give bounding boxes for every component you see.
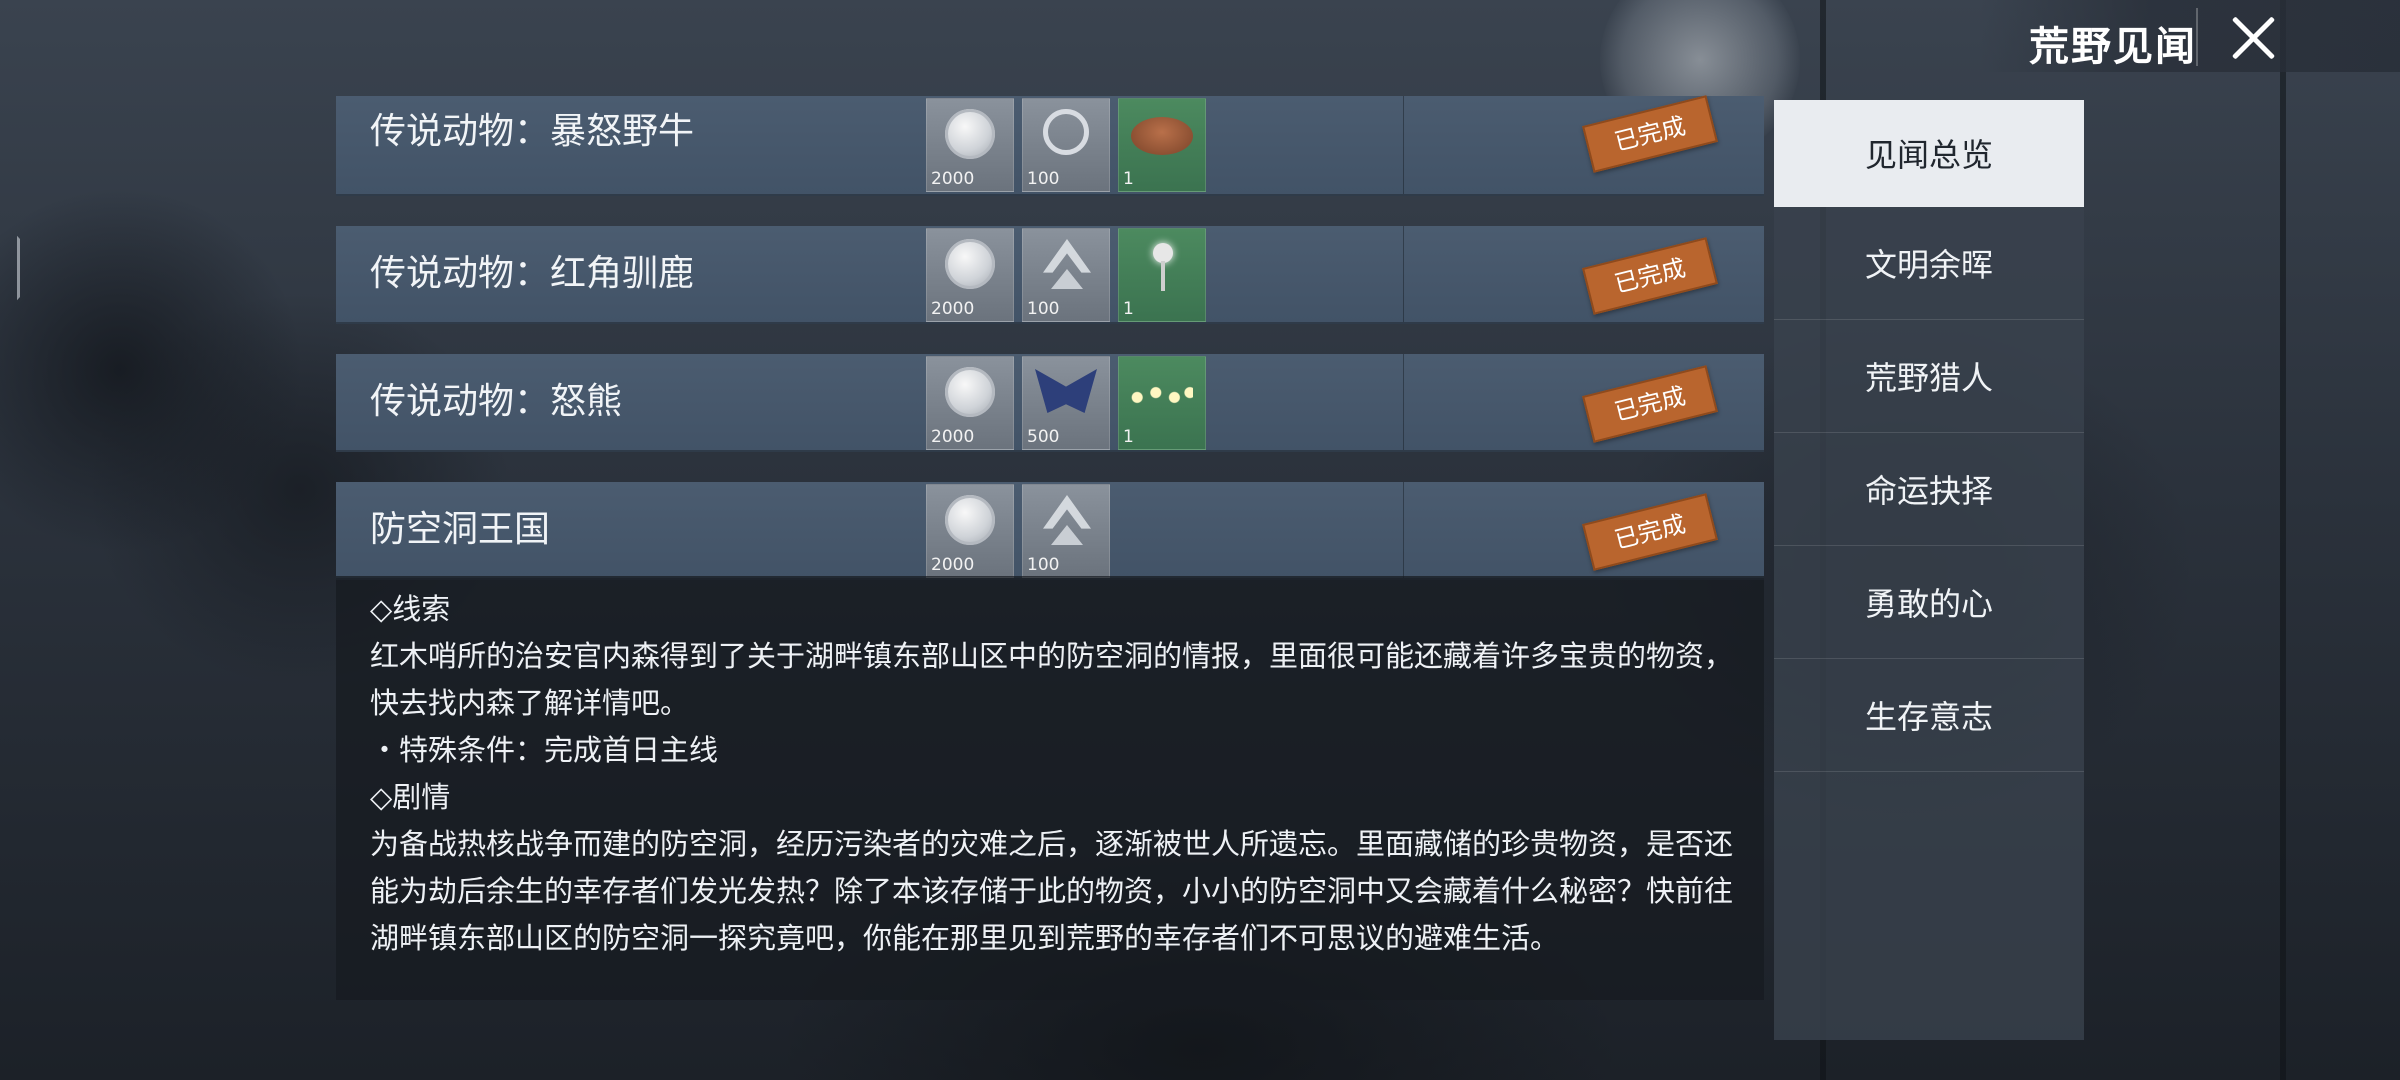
reward-count: 2000 <box>931 427 975 447</box>
reward-count: 1 <box>1123 427 1134 447</box>
row-divider <box>1403 354 1404 450</box>
rank-emblem-icon-lower <box>1051 525 1083 545</box>
completed-stamp: 已完成 <box>1582 493 1718 571</box>
reward-item[interactable]: 100 <box>1022 228 1110 322</box>
reward-item[interactable]: 500 <box>1022 356 1110 450</box>
reward-list: 2000 100 1 <box>926 98 1206 192</box>
silver-coin-icon <box>945 109 995 159</box>
reward-count: 2000 <box>931 299 975 319</box>
reward-count: 2000 <box>931 555 975 575</box>
reward-list: 2000 500 1 <box>926 356 1206 450</box>
story-text: 为备战热核战争而建的防空洞，经历污染者的灾难之后，逐渐被世人所遗忘。里面藏储的珍… <box>370 827 1734 955</box>
task-row[interactable]: 传说动物：暴怒野牛 2000 100 1 已完成 <box>336 95 1764 196</box>
task-name: 传说动物：红角驯鹿 <box>370 253 695 294</box>
reward-item[interactable]: 1 <box>1118 356 1206 450</box>
category-tabs: 见闻总览 文明余晖 荒野猎人 命运抉择 勇敢的心 生存意志 <box>1774 100 2084 1040</box>
task-list: 传说动物：暴怒野牛 2000 100 1 已完成 传说动物：红角驯鹿 2000 <box>336 95 1764 610</box>
eagle-emblem-icon <box>1035 369 1097 413</box>
header-divider <box>2196 8 2198 66</box>
task-name: 防空洞王国 <box>370 509 551 550</box>
rank-emblem-icon-lower <box>1051 269 1083 289</box>
reward-item[interactable]: 100 <box>1022 98 1110 192</box>
bison-trophy-icon <box>1131 117 1193 155</box>
task-name: 传说动物：怒熊 <box>370 381 623 422</box>
tab-survival[interactable]: 生存意志 <box>1774 659 2084 772</box>
silver-coin-icon <box>945 495 995 545</box>
reward-item[interactable]: 2000 <box>926 98 1014 192</box>
tab-overview[interactable]: 见闻总览 <box>1774 100 2084 207</box>
tab-brave-heart[interactable]: 勇敢的心 <box>1774 546 2084 659</box>
reward-item[interactable]: 1 <box>1118 98 1206 192</box>
target-badge-icon <box>1043 109 1089 155</box>
string-lights-icon <box>1131 383 1193 407</box>
silver-coin-icon <box>945 239 995 289</box>
reward-list: 2000 100 <box>926 484 1110 578</box>
silver-coin-icon <box>945 367 995 417</box>
special-condition: ・特殊条件：完成首日主线 <box>370 733 719 767</box>
task-row[interactable]: 防空洞王国 2000 100 已完成 <box>336 482 1764 580</box>
background-pole <box>2280 0 2286 1080</box>
task-row[interactable]: 传说动物：怒熊 2000 500 1 已完成 <box>336 354 1764 452</box>
completed-stamp: 已完成 <box>1582 237 1718 315</box>
reward-item[interactable]: 2000 <box>926 228 1014 322</box>
reward-item[interactable]: 1 <box>1118 228 1206 322</box>
row-divider <box>1403 226 1404 322</box>
task-name: 传说动物：暴怒野牛 <box>370 111 695 152</box>
reward-count: 1 <box>1123 169 1134 189</box>
completed-stamp: 已完成 <box>1582 365 1718 443</box>
clue-text: 红木哨所的治安官内森得到了关于湖畔镇东部山区中的防空洞的情报，里面很可能还藏着许… <box>370 639 1734 720</box>
task-detail-panel[interactable]: ◇线索 红木哨所的治安官内森得到了关于湖畔镇东部山区中的防空洞的情报，里面很可能… <box>336 576 1764 1000</box>
reward-list: 2000 100 1 <box>926 228 1206 322</box>
reward-count: 100 <box>1027 299 1060 319</box>
page-title: 荒野见闻 <box>2029 24 2197 70</box>
task-row[interactable]: 传说动物：红角驯鹿 2000 100 1 已完成 <box>336 226 1764 324</box>
completed-stamp: 已完成 <box>1582 95 1718 173</box>
reward-count: 100 <box>1027 555 1060 575</box>
story-heading: ◇剧情 <box>370 780 451 814</box>
tab-fate[interactable]: 命运抉择 <box>1774 433 2084 546</box>
reward-count: 100 <box>1027 169 1060 189</box>
street-lamp-stem <box>1161 261 1165 291</box>
reward-item[interactable]: 2000 <box>926 356 1014 450</box>
tab-civilization[interactable]: 文明余晖 <box>1774 207 2084 320</box>
street-lamp-icon <box>1153 243 1173 263</box>
clue-heading: ◇线索 <box>370 592 451 626</box>
reward-item[interactable]: 2000 <box>926 484 1014 578</box>
reward-item[interactable]: 100 <box>1022 484 1110 578</box>
tab-hunter[interactable]: 荒野猎人 <box>1774 320 2084 433</box>
row-divider <box>1403 482 1404 578</box>
reward-count: 2000 <box>931 169 975 189</box>
row-divider <box>1403 96 1404 194</box>
header-bar: 荒野见闻 <box>1980 0 2400 72</box>
reward-count: 500 <box>1027 427 1060 447</box>
reward-count: 1 <box>1123 299 1134 319</box>
close-icon[interactable] <box>2218 8 2288 68</box>
